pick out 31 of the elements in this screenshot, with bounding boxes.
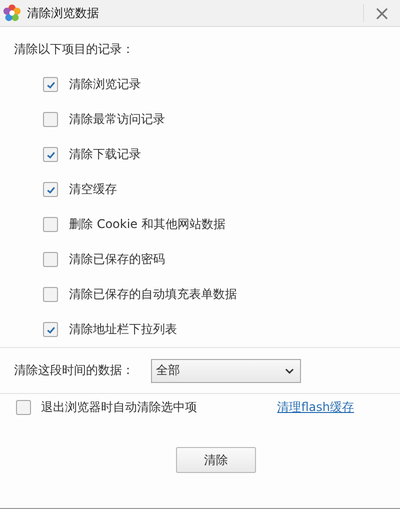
app-logo-icon: [3, 4, 21, 22]
checkbox[interactable]: [43, 112, 58, 127]
checkbox-label: 清除下载记录: [69, 146, 141, 163]
checkbox[interactable]: [43, 287, 58, 302]
clear-flash-link[interactable]: 清理flash缓存: [277, 398, 354, 416]
checkbox[interactable]: [43, 182, 58, 197]
checkbox-label: 清除浏览记录: [69, 76, 141, 93]
checkbox-label: 退出浏览器时自动清除选中项: [41, 398, 197, 416]
window-title: 清除浏览数据: [27, 4, 100, 22]
checkbox-label: 清除地址栏下拉列表: [69, 321, 177, 338]
checkmark-icon: [46, 150, 56, 160]
checkbox-label: 删除 Cookie 和其他网站数据: [69, 216, 226, 233]
close-button[interactable]: ×: [364, 0, 400, 26]
checkbox-label: 清空缓存: [69, 181, 117, 198]
checkbox-label: 清除最常访问记录: [69, 111, 165, 128]
caret-icon: [285, 368, 294, 374]
checkbox-label: 清除已保存的自动填充表单数据: [69, 286, 237, 303]
checkbox[interactable]: [43, 322, 58, 337]
checkmark-icon: [46, 324, 56, 334]
checkmark-icon: [46, 80, 56, 90]
checkbox[interactable]: [16, 400, 31, 414]
time-range-dropdown[interactable]: 全部: [151, 358, 301, 382]
checkbox[interactable]: [43, 147, 58, 162]
checkbox[interactable]: [43, 77, 58, 92]
clear-button[interactable]: 清除: [176, 447, 256, 473]
time-range-label: 清除这段时间的数据：: [14, 362, 134, 379]
checkbox-label: 清除已保存的密码: [69, 251, 165, 268]
checkmark-icon: [46, 184, 56, 194]
checkbox[interactable]: [43, 252, 58, 267]
section-heading: 清除以下项目的记录：: [14, 41, 135, 58]
checkbox[interactable]: [43, 217, 58, 232]
